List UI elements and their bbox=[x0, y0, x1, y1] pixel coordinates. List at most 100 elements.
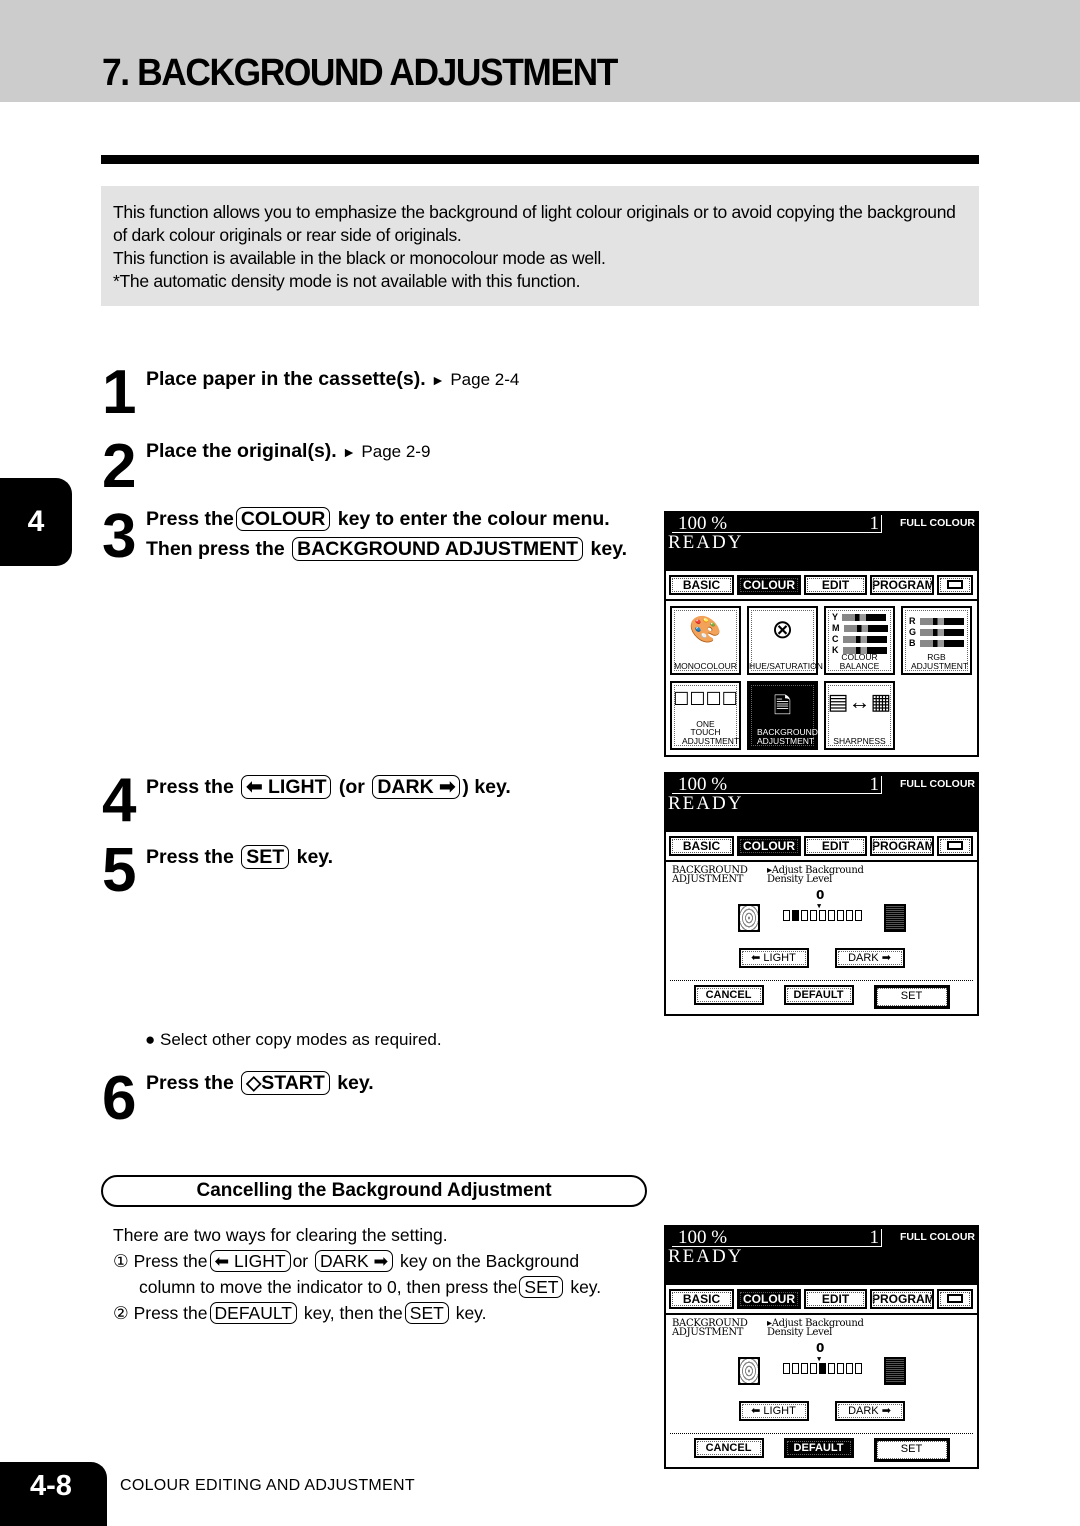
start-key: ◇START bbox=[241, 1071, 330, 1095]
ready-status: READY bbox=[668, 1246, 744, 1267]
set-button[interactable]: SET bbox=[873, 985, 950, 1009]
page-number: 4-8 bbox=[0, 1462, 107, 1526]
dark-key: DARK ➡ bbox=[372, 775, 461, 799]
center-marker-icon: ▼ bbox=[817, 902, 822, 910]
copy-count: 1 bbox=[869, 774, 880, 795]
adjust-header: BACKGROUND ADJUSTMENT ▸Adjust Background… bbox=[666, 862, 977, 885]
section-label: BACKGROUND ADJUSTMENT bbox=[672, 866, 767, 885]
tab-edit[interactable]: EDIT bbox=[804, 1289, 867, 1309]
button-label: RGB ADJUSTMENT bbox=[911, 652, 969, 671]
step-number: 3 bbox=[102, 502, 137, 571]
density-step bbox=[819, 910, 826, 921]
text: Press the bbox=[146, 776, 234, 798]
dark-button[interactable]: DARK ➡ bbox=[834, 1401, 905, 1421]
default-button[interactable]: DEFAULT bbox=[783, 1438, 854, 1458]
page-ref-arrow-icon: ► bbox=[342, 444, 356, 460]
light-button[interactable]: ⬅ LIGHT bbox=[738, 948, 809, 968]
sharpness-icon: ▤↔▦ bbox=[827, 689, 892, 714]
button-label: SHARPNESS bbox=[833, 735, 886, 746]
light-key: ⬅ LIGHT bbox=[209, 1250, 291, 1272]
tab-basic[interactable]: BASIC bbox=[669, 836, 734, 856]
keyboard-tab[interactable] bbox=[937, 1289, 973, 1309]
density-step bbox=[783, 1363, 790, 1374]
circled-two-marker: ② bbox=[113, 1303, 129, 1323]
zoom-readout: 100 % bbox=[672, 1228, 882, 1247]
text: or bbox=[292, 1251, 309, 1271]
cancel-section-body: There are two ways for clearing the sett… bbox=[113, 1222, 653, 1326]
sharpness-button[interactable]: ▤↔▦ SHARPNESS bbox=[824, 681, 895, 750]
text: key, then the bbox=[303, 1303, 403, 1323]
density-step bbox=[828, 910, 835, 921]
palette-icon: 🎨 bbox=[689, 614, 722, 644]
tab-colour[interactable]: COLOUR bbox=[737, 575, 801, 595]
tab-basic[interactable]: BASIC bbox=[669, 1289, 734, 1309]
tab-program[interactable]: PROGRAM bbox=[870, 575, 935, 595]
density-step bbox=[837, 910, 844, 921]
keyboard-tab[interactable] bbox=[937, 575, 973, 595]
one-touch-icon: ☐☐☐☐ bbox=[673, 689, 738, 709]
cancel-button[interactable]: CANCEL bbox=[693, 1438, 764, 1458]
set-key: SET bbox=[404, 1302, 449, 1324]
text: key. bbox=[455, 1303, 487, 1323]
page-ref-link[interactable]: Page 2-9 bbox=[361, 442, 430, 461]
monocolour-button[interactable]: 🎨 MONOCOLOUR bbox=[670, 606, 741, 675]
tab-edit[interactable]: EDIT bbox=[804, 575, 867, 595]
cancel-way-1: ① Press the ⬅ LIGHT or DARK ➡ key on the B… bbox=[113, 1248, 653, 1274]
step-text: Place paper in the cassette(s). ► Page 2… bbox=[146, 364, 519, 395]
hue-saturation-button[interactable]: ⊗ HUE/SATURATION bbox=[747, 606, 823, 675]
colour-balance-button[interactable]: Y M C K COLOUR BALANCE bbox=[824, 606, 895, 675]
colour-menu-screen: 100 % 1 FULL COLOUR READY BASIC COLOUR E… bbox=[664, 511, 979, 757]
cancel-button[interactable]: CANCEL bbox=[693, 985, 764, 1005]
page-ref-link[interactable]: Page 2-4 bbox=[450, 370, 519, 389]
density-scale-row: 0 ▼ bbox=[666, 884, 977, 946]
keyboard-tab[interactable] bbox=[937, 836, 973, 856]
step-text: Place the original(s). ► Page 2-9 bbox=[146, 436, 430, 467]
density-step bbox=[792, 1363, 799, 1374]
density-step bbox=[792, 910, 799, 921]
density-step bbox=[819, 1363, 826, 1374]
text: key. bbox=[296, 846, 334, 868]
tab-basic[interactable]: BASIC bbox=[669, 575, 734, 595]
background-cleared-screen: 100 % 1 FULL COLOUR READY BASIC COLOUR E… bbox=[664, 1225, 979, 1469]
set-key: SET bbox=[519, 1276, 564, 1298]
intro-line: This function allows you to emphasize th… bbox=[113, 202, 956, 245]
set-key: SET bbox=[241, 845, 290, 869]
circled-one-marker: ① bbox=[113, 1251, 129, 1271]
default-button[interactable]: DEFAULT bbox=[783, 985, 854, 1005]
dark-button[interactable]: DARK ➡ bbox=[834, 948, 905, 968]
title-rule bbox=[101, 155, 979, 164]
screen-status-bar: 100 % 1 FULL COLOUR READY bbox=[666, 1227, 977, 1285]
density-step bbox=[837, 1363, 844, 1374]
one-touch-adjustment-button[interactable]: ☐☐☐☐ ONE TOUCH ADJUSTMENT bbox=[670, 681, 741, 750]
light-document-icon bbox=[738, 904, 760, 932]
set-button[interactable]: SET bbox=[873, 1438, 950, 1462]
screen-status-bar: 100 % 1 FULL COLOUR READY bbox=[666, 774, 977, 832]
dark-key: DARK ➡ bbox=[315, 1250, 394, 1272]
background-adjustment-button[interactable]: 🗎 BACKGROUND ADJUSTMENT bbox=[747, 681, 818, 750]
text: Press the bbox=[146, 1072, 234, 1094]
bullet-note: ● Select other copy modes as required. bbox=[145, 1030, 442, 1049]
light-document-icon bbox=[738, 1357, 760, 1385]
colour-key: COLOUR bbox=[235, 507, 331, 531]
text: Density Level bbox=[767, 1327, 832, 1338]
colour-wheel-icon: ⊗ bbox=[771, 614, 794, 644]
dark-document-icon bbox=[884, 1357, 906, 1385]
tab-colour[interactable]: COLOUR bbox=[737, 1289, 801, 1309]
keyboard-icon bbox=[947, 841, 963, 850]
colour-mode-label: FULL COLOUR bbox=[899, 1231, 975, 1243]
tab-colour[interactable]: COLOUR bbox=[737, 836, 801, 856]
tab-program[interactable]: PROGRAM bbox=[870, 836, 935, 856]
step-instruction: Place the original(s). bbox=[146, 440, 337, 462]
density-step bbox=[783, 910, 790, 921]
adjust-header: BACKGROUND ADJUSTMENT ▸Adjust Background… bbox=[666, 1315, 977, 1338]
tab-edit[interactable]: EDIT bbox=[804, 836, 867, 856]
screen-tabs: BASIC COLOUR EDIT PROGRAM bbox=[666, 1285, 977, 1315]
tab-program[interactable]: PROGRAM bbox=[870, 1289, 935, 1309]
button-label: BACKGROUND ADJUSTMENT bbox=[757, 727, 818, 746]
text: Press the bbox=[146, 846, 234, 868]
rgb-adjustment-button[interactable]: R G B RGB ADJUSTMENT bbox=[901, 606, 972, 675]
text: key on the Background bbox=[400, 1251, 580, 1271]
text: column to move the indicator to 0, then … bbox=[139, 1277, 518, 1297]
light-button[interactable]: ⬅ LIGHT bbox=[738, 1401, 809, 1421]
action-row: CANCEL DEFAULT SET bbox=[670, 1433, 973, 1467]
